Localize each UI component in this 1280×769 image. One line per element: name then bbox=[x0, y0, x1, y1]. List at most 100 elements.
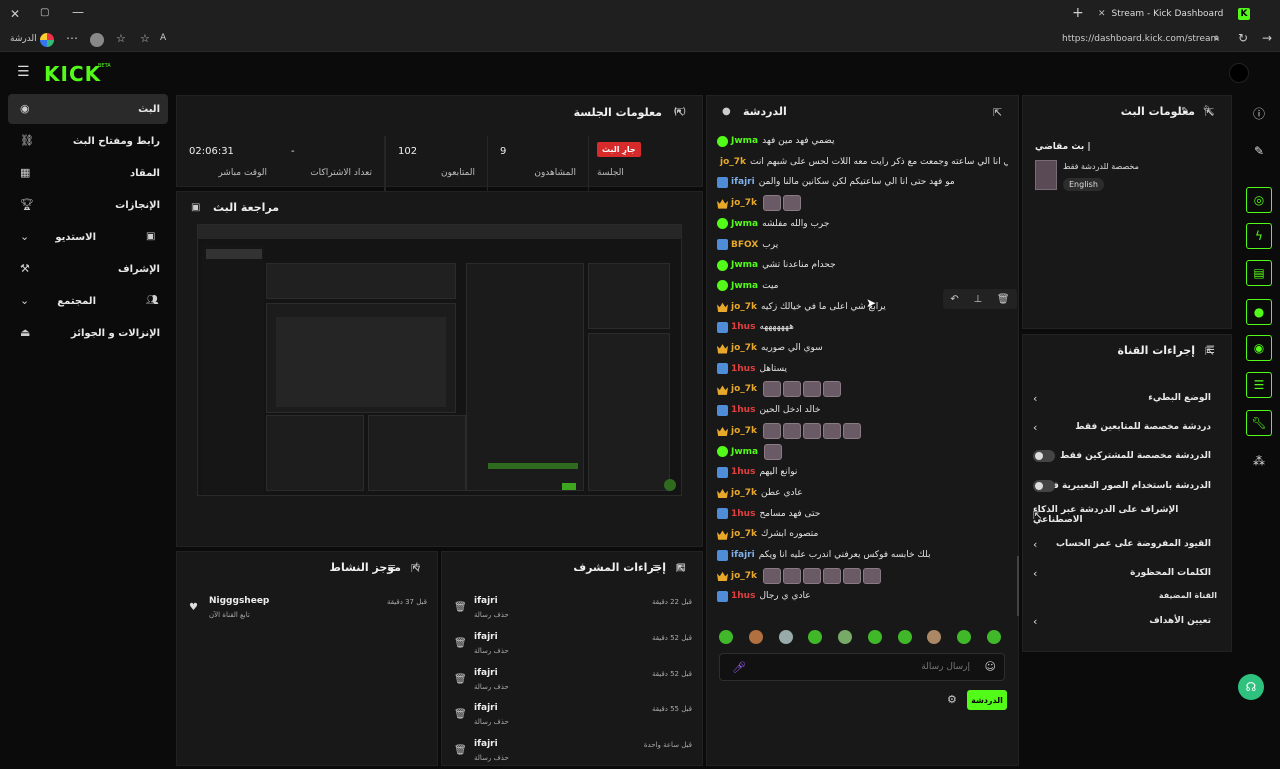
channel-action-row[interactable]: الكلمات المحظورة ‹ bbox=[1033, 560, 1211, 586]
chat-message[interactable]: jo_7k bbox=[717, 567, 1008, 585]
stream-preview-video[interactable] bbox=[197, 224, 682, 496]
info-icon[interactable]: ⓘ bbox=[1246, 100, 1272, 126]
toggle-switch[interactable] bbox=[1033, 450, 1055, 462]
wrench-icon[interactable]: 🔧︎ bbox=[1246, 410, 1272, 436]
avatar-icon[interactable] bbox=[90, 33, 104, 47]
chat-message[interactable]: 1hus خالد ادخل الحين bbox=[717, 401, 1008, 419]
support-button[interactable]: ☊ bbox=[1238, 674, 1264, 700]
chat-username[interactable]: 1hus bbox=[731, 322, 755, 332]
chat-username[interactable]: jo_7k bbox=[731, 426, 757, 436]
chat-input-box[interactable]: 🎤︎ ☺ bbox=[719, 653, 1005, 681]
chat-username[interactable]: Jwma bbox=[731, 219, 758, 229]
chat-message[interactable]: jo_7k bbox=[717, 194, 1008, 212]
chat-username[interactable]: Jwma bbox=[731, 260, 758, 270]
chevron-left-icon[interactable]: ‹ bbox=[1033, 392, 1037, 405]
chevron-left-icon[interactable]: ‹ bbox=[1033, 538, 1037, 551]
forward-icon[interactable]: → bbox=[1262, 31, 1272, 45]
chat-username[interactable]: BFOX bbox=[731, 240, 758, 250]
pin-icon[interactable]: ⊥ bbox=[973, 294, 982, 305]
read-aloud-icon[interactable]: A bbox=[160, 33, 166, 43]
more-icon[interactable]: ⋯ bbox=[66, 31, 78, 45]
close-icon[interactable]: ✕ bbox=[10, 7, 20, 21]
chat-username[interactable]: 1hus bbox=[731, 509, 755, 519]
sidebar-item-stream-key[interactable]: ⛓ رابط ومفتاح البث bbox=[8, 126, 168, 156]
chat-username[interactable]: ifajri bbox=[731, 177, 755, 187]
set-goals-row[interactable]: تعيين الأهداف ‹ bbox=[1033, 608, 1211, 634]
chat-message[interactable]: jo_7k bbox=[717, 422, 1008, 440]
url-text[interactable]: https://dashboard.kick.com/stream bbox=[1062, 34, 1219, 44]
mod-user[interactable]: ifajri bbox=[474, 739, 498, 749]
chat-icon[interactable]: ● bbox=[1246, 299, 1272, 325]
mod-user[interactable]: ifajri bbox=[474, 703, 498, 713]
chat-message[interactable]: 1hus يستاهل bbox=[717, 360, 1008, 378]
sidebar-item-community[interactable]: ⌄ 👥︎ المجتمع bbox=[8, 286, 168, 316]
emoji-icon[interactable]: ☺ bbox=[985, 660, 996, 673]
chat-username[interactable]: Jwma bbox=[731, 136, 758, 146]
new-tab-icon[interactable]: + bbox=[1072, 5, 1084, 21]
chat-username[interactable]: jo_7k bbox=[731, 488, 757, 498]
emote-icon[interactable] bbox=[719, 630, 733, 644]
chat-username[interactable]: Jwma bbox=[731, 281, 758, 291]
chat-message[interactable]: Jwma جحدام مناعدنا تشي bbox=[717, 256, 1008, 274]
list-icon[interactable]: ▤ bbox=[1246, 260, 1272, 286]
chat-username[interactable]: jo_7k bbox=[731, 198, 757, 208]
chat-username[interactable]: jo_7k bbox=[731, 302, 757, 312]
channel-action-row[interactable]: الدردشة باستخدام الصور التعبيرية فقط bbox=[1033, 473, 1211, 499]
chat-username[interactable]: 1hus bbox=[731, 405, 755, 415]
restore-icon[interactable]: ▢ bbox=[40, 7, 49, 18]
chat-message[interactable]: 1hus هههههههه bbox=[717, 318, 1008, 336]
channel-action-row[interactable]: دردشة مخصصة للمتابعين فقط ‹ bbox=[1033, 414, 1211, 440]
chat-username[interactable]: jo_7k bbox=[731, 343, 757, 353]
chat-message[interactable]: jo_7k متصوره ابشرك bbox=[717, 525, 1008, 543]
reply-icon[interactable]: ↶ bbox=[950, 294, 958, 305]
activity-user[interactable]: Nigggsheep bbox=[209, 596, 269, 606]
emote-icon[interactable] bbox=[957, 630, 972, 644]
chat-message[interactable]: Jwma جرب والله مفلشه bbox=[717, 215, 1008, 233]
external-link-icon[interactable]: ⇱ bbox=[1033, 509, 1042, 522]
chat-username[interactable]: 1hus bbox=[731, 467, 755, 477]
expand-icon[interactable]: ⇱ bbox=[993, 106, 1002, 119]
delete-icon[interactable]: 🗑︎ bbox=[997, 294, 1010, 305]
scrollbar[interactable] bbox=[1017, 556, 1019, 616]
channel-action-row[interactable]: الإشراف على الدردشة عبر الذكاء الاصطناعي… bbox=[1033, 502, 1211, 528]
channel-action-row[interactable]: الوضع البطيء ‹ bbox=[1033, 385, 1211, 411]
menu-icon[interactable]: ☰ bbox=[17, 64, 30, 80]
close-tab-icon[interactable]: ✕ bbox=[1098, 9, 1106, 19]
bolt-icon[interactable]: ϟ bbox=[1246, 223, 1272, 249]
mod-user[interactable]: ifajri bbox=[474, 596, 498, 606]
browser-tab[interactable]: ✕ Stream - Kick Dashboard K bbox=[1098, 4, 1268, 24]
pencil-icon[interactable]: ✎ bbox=[1246, 138, 1272, 164]
apps-icon[interactable]: ⁂ bbox=[1246, 448, 1272, 474]
send-chat-button[interactable]: الدردشة bbox=[967, 690, 1007, 710]
chat-username[interactable]: jo_7k bbox=[731, 571, 757, 581]
sidebar-item-vods[interactable]: ▦ المقاد bbox=[8, 158, 168, 188]
chat-username[interactable]: ifajri bbox=[731, 550, 755, 560]
chevron-left-icon[interactable]: ‹ bbox=[1033, 421, 1037, 434]
chat-message[interactable]: 1hus عادي ي رجال bbox=[717, 587, 1008, 605]
sliders-icon[interactable]: ☰ bbox=[1246, 372, 1272, 398]
minimize-icon[interactable]: — bbox=[72, 5, 84, 19]
sidebar-item-moderation[interactable]: ⚒ الإشراف bbox=[8, 254, 168, 284]
sidebar-item-studio[interactable]: ⌄ ▣ الاستديو bbox=[8, 222, 168, 252]
sidebar-item-stream[interactable]: ◉ البث bbox=[8, 94, 168, 124]
bookmark-icon[interactable]: ☆ bbox=[116, 32, 126, 45]
chat-message[interactable]: jo_7k ليش شي انا في حبيطنه ذكي شي انا الي… bbox=[717, 153, 1008, 171]
sidebar-item-drops[interactable]: ⏏ الإنزالات و الجوائز bbox=[8, 318, 168, 348]
chevron-left-icon[interactable]: ‹ bbox=[1033, 615, 1037, 628]
reload-icon[interactable]: ↻ bbox=[1238, 31, 1248, 45]
chat-username[interactable]: Jwma bbox=[731, 447, 758, 457]
toggle-switch[interactable] bbox=[1033, 480, 1055, 492]
mod-user[interactable]: ifajri bbox=[474, 668, 498, 678]
emote-icon[interactable] bbox=[897, 630, 912, 644]
chat-message[interactable]: ifajri بلك خابسه فوكس يعرفني اندرب عليه ا… bbox=[717, 546, 1008, 564]
emote-icon[interactable] bbox=[838, 630, 853, 644]
chat-message[interactable]: jo_7k سوي الي صوريه bbox=[717, 339, 1008, 357]
channel-action-row[interactable]: القيود المفروضة على عمر الحساب ‹ bbox=[1033, 531, 1211, 557]
mic-icon[interactable]: 🎤︎ bbox=[732, 661, 746, 674]
chat-username[interactable]: jo_7k bbox=[731, 384, 757, 394]
emote-icon[interactable] bbox=[808, 630, 823, 644]
chat-username[interactable]: jo_7k bbox=[731, 529, 757, 539]
chat-username[interactable]: 1hus bbox=[731, 364, 755, 374]
channel-action-row[interactable]: الدردشة مخصصة للمشتركين فقط bbox=[1033, 443, 1211, 469]
chat-message[interactable]: 1hus نوانع اليهم bbox=[717, 463, 1008, 481]
